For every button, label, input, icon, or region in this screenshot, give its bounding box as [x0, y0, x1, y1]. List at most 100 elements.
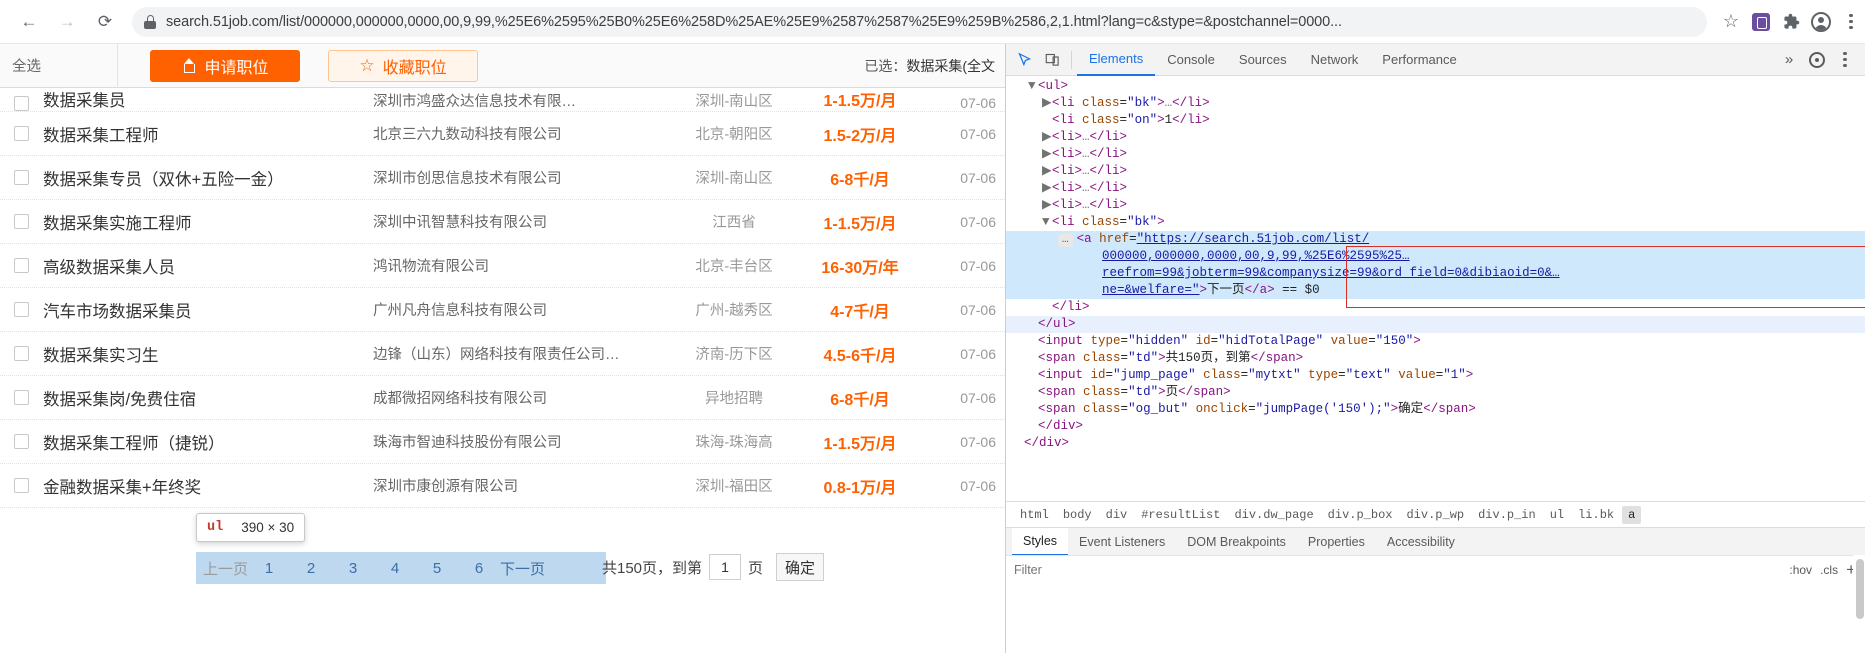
- pagination-page-4[interactable]: 4: [374, 554, 416, 582]
- styles-tab-properties[interactable]: Properties: [1297, 528, 1376, 556]
- breadcrumb-item-div[interactable]: div: [1100, 506, 1134, 524]
- job-checkbox[interactable]: [14, 170, 29, 185]
- cls-toggle[interactable]: .cls: [1820, 563, 1838, 577]
- job-title[interactable]: 数据采集工程师: [43, 122, 373, 146]
- job-checkbox[interactable]: [14, 96, 29, 111]
- selected-dom-node-cont[interactable]: reefrom=99&jobterm=99&companysize=99&ord…: [1006, 265, 1865, 282]
- job-company[interactable]: 深圳市康创源有限公司: [373, 475, 678, 496]
- pagination-page-5[interactable]: 5: [416, 554, 458, 582]
- selected-dom-node[interactable]: … <a href="https://search.51job.com/list/: [1006, 231, 1865, 248]
- pagination-confirm-button[interactable]: 确定: [776, 553, 825, 581]
- breadcrumb-item-libk[interactable]: li.bk: [1572, 506, 1620, 524]
- dom-node-line[interactable]: </div>: [1006, 435, 1865, 452]
- dom-node-line[interactable]: ▶<li>…</li>: [1006, 129, 1865, 146]
- reload-button[interactable]: ⟳: [90, 7, 120, 37]
- job-company[interactable]: 鸿讯物流有限公司: [373, 255, 678, 276]
- job-row[interactable]: 数据采集岗/免费住宿 成都微招网络科技有限公司 异地招聘 6-8千/月 07-06: [0, 376, 1005, 420]
- styles-tab-accessibility[interactable]: Accessibility: [1376, 528, 1466, 556]
- breadcrumb-item-divp_in[interactable]: div.p_in: [1472, 506, 1542, 524]
- job-company[interactable]: 珠海市智迪科技股份有限公司: [373, 431, 678, 452]
- job-checkbox[interactable]: [14, 390, 29, 405]
- job-company[interactable]: 广州凡舟信息科技有限公司: [373, 299, 678, 320]
- favorite-job-button[interactable]: ☆ 收藏职位: [328, 49, 478, 82]
- breadcrumb-item-body[interactable]: body: [1057, 506, 1098, 524]
- pagination-prev[interactable]: 上一页: [203, 554, 248, 582]
- job-row[interactable]: 数据采集工程师（捷锐） 珠海市智迪科技股份有限公司 珠海-珠海高 1-1.5万/月 07…: [0, 420, 1005, 464]
- breadcrumb-item-divdw_page[interactable]: div.dw_page: [1228, 506, 1319, 524]
- dom-node-line[interactable]: <input id="jump_page" class="mytxt" type…: [1006, 367, 1865, 384]
- job-title[interactable]: 数据采集专员（双休+五险一金）: [43, 166, 373, 190]
- chrome-menu-icon[interactable]: [1837, 8, 1865, 36]
- back-button[interactable]: ←: [14, 7, 44, 37]
- styles-filter-input[interactable]: [1014, 558, 1790, 581]
- dom-node-line[interactable]: ▶<li>…</li>: [1006, 163, 1865, 180]
- job-company[interactable]: 成都微招网络科技有限公司: [373, 387, 678, 408]
- profile-avatar-icon[interactable]: [1807, 8, 1835, 36]
- devtools-tab-network[interactable]: Network: [1299, 44, 1371, 76]
- dom-node-line[interactable]: </ul>: [1006, 316, 1865, 333]
- breadcrumb-item-html[interactable]: html: [1014, 506, 1055, 524]
- dom-node-line[interactable]: </li>: [1006, 299, 1865, 316]
- job-title[interactable]: 数据采集实施工程师: [43, 210, 373, 234]
- hov-toggle[interactable]: :hov: [1789, 563, 1812, 577]
- job-checkbox[interactable]: [14, 346, 29, 361]
- extension-icon[interactable]: [1747, 8, 1775, 36]
- dom-node-line[interactable]: ▼ <li class="bk">: [1006, 214, 1865, 231]
- job-row[interactable]: 数据采集工程师 北京三六九数动科技有限公司 北京-朝阳区 1.5-2万/月 07-06: [0, 112, 1005, 156]
- job-row[interactable]: 数据采集实施工程师 深圳中讯智慧科技有限公司 江西省 1-1.5万/月 07-06: [0, 200, 1005, 244]
- job-title[interactable]: 数据采集岗/免费住宿: [43, 386, 373, 410]
- job-title[interactable]: 高级数据采集人员: [43, 254, 373, 278]
- pagination-page-6[interactable]: 6: [458, 554, 500, 582]
- job-company[interactable]: 深圳市创思信息技术有限公司: [373, 167, 678, 188]
- dom-node-line[interactable]: ▶<li>…</li>: [1006, 197, 1865, 214]
- job-title[interactable]: 数据采集实习生: [43, 342, 373, 366]
- dom-node-line[interactable]: <input type="hidden" id="hidTotalPage" v…: [1006, 333, 1865, 350]
- job-row[interactable]: 高级数据采集人员 鸿讯物流有限公司 北京-丰台区 16-30万/年 07-06: [0, 244, 1005, 288]
- selected-dom-node-cont[interactable]: 000000,000000,0000,00,9,99,%25E6%2595%25…: [1006, 248, 1865, 265]
- dom-node-line[interactable]: <span class="td">页</span>: [1006, 384, 1865, 401]
- styles-scrollbar[interactable]: [1853, 555, 1865, 653]
- dom-node-line[interactable]: <li class="on">1</li>: [1006, 112, 1865, 129]
- dom-node-line[interactable]: ▼ <ul>: [1006, 78, 1865, 95]
- job-company[interactable]: 深圳市鸿盛众达信息技术有限…: [373, 90, 678, 111]
- pagination-next[interactable]: 下一页: [500, 554, 545, 582]
- breadcrumb-item-divp_wp[interactable]: div.p_wp: [1400, 506, 1470, 524]
- devtools-tab-console[interactable]: Console: [1155, 44, 1227, 76]
- pagination-page-2[interactable]: 2: [290, 554, 332, 582]
- scrollbar-thumb[interactable]: [1856, 559, 1864, 619]
- job-title[interactable]: 金融数据采集+年终奖: [43, 474, 373, 498]
- breadcrumb-item-divp_box[interactable]: div.p_box: [1322, 506, 1399, 524]
- dom-tree[interactable]: ▼ <ul> ▶<li class="bk">…</li> <li class="on…: [1006, 76, 1865, 501]
- job-checkbox[interactable]: [14, 214, 29, 229]
- job-company[interactable]: 边锋（山东）网络科技有限责任公司…: [373, 343, 678, 364]
- dom-node-line[interactable]: <span class="og_but" onclick="jumpPage('…: [1006, 401, 1865, 418]
- devtools-menu-icon[interactable]: [1831, 47, 1859, 73]
- forward-button[interactable]: →: [52, 7, 82, 37]
- expand-dots-badge[interactable]: …: [1058, 234, 1073, 247]
- breadcrumb-item-ul[interactable]: ul: [1544, 506, 1570, 524]
- selected-dom-node-cont[interactable]: ne=&welfare=">下一页</a> == $0: [1006, 282, 1865, 299]
- bookmark-star-icon[interactable]: ☆: [1717, 8, 1745, 36]
- job-checkbox[interactable]: [14, 126, 29, 141]
- dom-node-line[interactable]: <span class="td">共150页，到第</span>: [1006, 350, 1865, 367]
- devtools-tab-sources[interactable]: Sources: [1227, 44, 1299, 76]
- styles-tab-event-listeners[interactable]: Event Listeners: [1068, 528, 1176, 556]
- job-row[interactable]: 金融数据采集+年终奖 深圳市康创源有限公司 深圳-福田区 0.8-1万/月 07-06: [0, 464, 1005, 508]
- inspect-element-icon[interactable]: [1010, 47, 1038, 73]
- pagination-page-3[interactable]: 3: [332, 554, 374, 582]
- devtools-tab-elements[interactable]: Elements: [1077, 44, 1156, 76]
- jump-page-input[interactable]: [709, 554, 742, 580]
- job-title[interactable]: 数据采集员: [43, 88, 373, 111]
- styles-tab-dom-breakpoints[interactable]: DOM Breakpoints: [1176, 528, 1297, 556]
- job-title[interactable]: 数据采集工程师（捷锐）: [43, 430, 373, 454]
- job-company[interactable]: 深圳中讯智慧科技有限公司: [373, 211, 678, 232]
- job-checkbox[interactable]: [14, 434, 29, 449]
- job-row[interactable]: 汽车市场数据采集员 广州凡舟信息科技有限公司 广州-越秀区 4-7千/月 07-06: [0, 288, 1005, 332]
- job-checkbox[interactable]: [14, 478, 29, 493]
- job-company[interactable]: 北京三六九数动科技有限公司: [373, 123, 678, 144]
- puzzle-icon[interactable]: [1777, 8, 1805, 36]
- dom-node-line[interactable]: ▶<li>…</li>: [1006, 180, 1865, 197]
- styles-tab-styles[interactable]: Styles: [1012, 527, 1069, 556]
- job-row[interactable]: 数据采集专员（双休+五险一金） 深圳市创思信息技术有限公司 深圳-南山区 6-8千/月…: [0, 156, 1005, 200]
- job-row[interactable]: 数据采集实习生 边锋（山东）网络科技有限责任公司… 济南-历下区 4.5-6千/月 07…: [0, 332, 1005, 376]
